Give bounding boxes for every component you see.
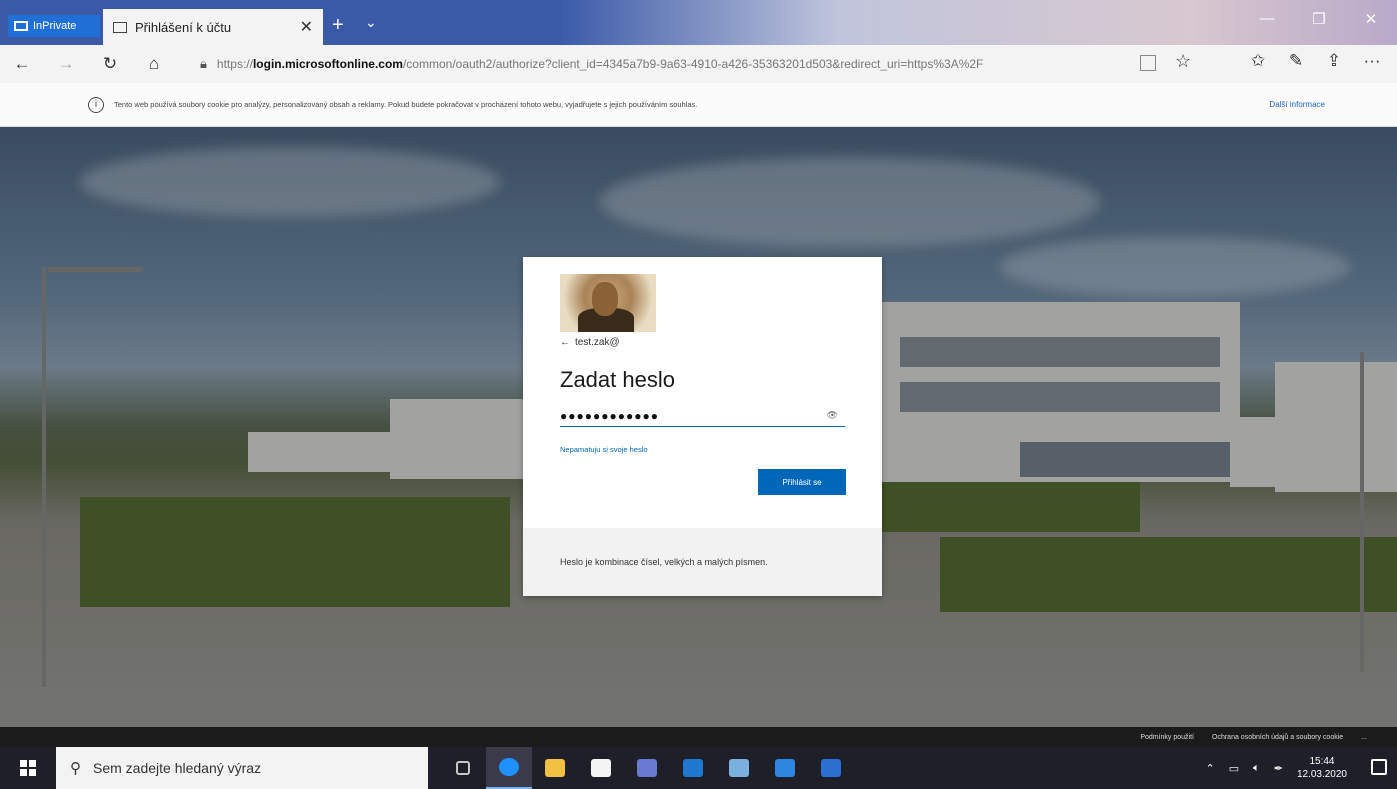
share-icon[interactable]: ⇪ — [1315, 51, 1353, 71]
url-path: /common/oauth2/authorize?client_id=4345a… — [402, 57, 984, 71]
browser-tab[interactable]: Přihlášení k účtu ✕ — [103, 9, 323, 45]
info-icon: i — [88, 96, 104, 113]
inprivate-icon — [14, 21, 28, 31]
reveal-password-icon[interactable]: 👁︎ — [827, 410, 839, 421]
forward-button[interactable]: → — [44, 54, 88, 74]
teams-icon[interactable] — [624, 747, 670, 789]
login-card-footer: Heslo je kombinace čísel, velkých a malý… — [523, 528, 882, 596]
account-back-row[interactable]: ← test.zak@ — [560, 337, 620, 348]
system-tray: ⌃ ▭ 🔈︎ ✒ 15:44 12.03.2020 — [1205, 747, 1347, 789]
app-icon-2[interactable] — [762, 747, 808, 789]
account-avatar — [560, 274, 656, 332]
edge-browser-icon[interactable] — [486, 747, 532, 789]
clock-time: 15:44 — [1309, 756, 1335, 767]
taskbar-apps — [440, 747, 854, 789]
footer-more-link[interactable]: ... — [1361, 734, 1367, 741]
url-prefix: https:// — [216, 57, 253, 71]
favorites-icon[interactable]: ✩ — [1239, 51, 1277, 71]
cookie-banner: i Tento web používá soubory cookie pro a… — [0, 83, 1397, 127]
login-title: Zadat heslo — [560, 367, 675, 392]
more-menu-icon[interactable]: ··· — [1353, 51, 1391, 71]
tab-title: Přihlášení k účtu — [135, 19, 232, 35]
terms-link[interactable]: Podmínky použití — [1140, 734, 1194, 741]
cookie-more-info-link[interactable]: Další informace — [1269, 100, 1325, 109]
store-icon[interactable] — [578, 747, 624, 789]
address-bar[interactable]: 🔒︎ https:// login.microsoftonline.com /c… — [200, 50, 1180, 78]
url-domain: login.microsoftonline.com — [252, 57, 403, 71]
refresh-button[interactable]: ↻ — [88, 54, 132, 74]
password-hint-text: Heslo je kombinace čísel, velkých a malý… — [560, 557, 768, 567]
home-button[interactable]: ⌂ — [132, 54, 176, 74]
word-icon[interactable] — [808, 747, 854, 789]
clock-date: 12.03.2020 — [1296, 769, 1347, 780]
close-button[interactable]: ✕ — [1345, 10, 1397, 28]
sign-in-button[interactable]: Přihlásit se — [758, 469, 846, 495]
app-icon[interactable] — [716, 747, 762, 789]
search-icon: ⚲ — [70, 760, 81, 777]
pen-icon[interactable]: ✒ — [1274, 762, 1283, 775]
tab-list-chevron-icon[interactable]: ⌄ — [365, 14, 377, 31]
page-footer: Podmínky použití Ochrana osobních údajů … — [0, 727, 1397, 747]
browser-title-bar: InPrivate Přihlášení k účtu ✕ + ⌄ — ❐ ✕ — [0, 0, 1397, 45]
volume-icon[interactable]: 🔈︎ — [1253, 762, 1260, 775]
login-card: ← test.zak@ Zadat heslo ●●●●●●●●●●●● 👁︎ … — [523, 257, 882, 596]
password-value: ●●●●●●●●●●●● — [560, 408, 659, 423]
battery-icon[interactable]: ▭ — [1229, 762, 1239, 775]
lock-icon: 🔒︎ — [200, 56, 207, 71]
password-input[interactable]: ●●●●●●●●●●●● 👁︎ — [560, 405, 845, 427]
search-placeholder: Sem zadejte hledaný výraz — [93, 760, 262, 776]
tab-page-icon — [113, 21, 127, 33]
new-tab-button[interactable]: + — [332, 14, 344, 37]
cookie-banner-text: Tento web používá soubory cookie pro ana… — [114, 100, 698, 109]
ink-notes-icon[interactable]: ✎ — [1277, 51, 1315, 71]
file-explorer-icon[interactable] — [532, 747, 578, 789]
windows-taskbar: ⚲ Sem zadejte hledaný výraz ⌃ ▭ 🔈︎ ✒ 15:… — [0, 747, 1397, 789]
maximize-button[interactable]: ❐ — [1293, 10, 1345, 28]
start-button[interactable] — [0, 760, 56, 776]
forgot-password-link[interactable]: Nepamatuju si svoje heslo — [560, 445, 648, 454]
back-button[interactable]: ← — [0, 54, 44, 74]
tray-chevron-icon[interactable]: ⌃ — [1205, 762, 1214, 775]
window-controls: — ❐ ✕ — [1241, 10, 1397, 28]
clock[interactable]: 15:44 12.03.2020 — [1297, 755, 1347, 781]
account-name: test.zak@ — [575, 337, 620, 348]
windows-logo-icon — [20, 760, 36, 776]
minimize-button[interactable]: — — [1241, 10, 1293, 28]
toolbar-buttons: ✩ ✎ ⇪ ··· — [1239, 51, 1391, 71]
inprivate-badge[interactable]: InPrivate — [8, 15, 100, 37]
taskbar-search-box[interactable]: ⚲ Sem zadejte hledaný výraz — [56, 747, 428, 789]
reading-view-icon[interactable] — [1140, 55, 1156, 71]
navigation-bar: ← → ↻ ⌂ 🔒︎ https:// login.microsoftonlin… — [0, 45, 1397, 83]
inprivate-label: InPrivate — [33, 20, 77, 32]
task-view-icon[interactable] — [440, 747, 486, 789]
add-favorite-icon[interactable]: ☆ — [1175, 51, 1191, 72]
outlook-icon[interactable] — [670, 747, 716, 789]
notification-center-icon[interactable] — [1371, 759, 1387, 775]
back-arrow-icon: ← — [560, 337, 570, 348]
privacy-link[interactable]: Ochrana osobních údajů a soubory cookie — [1212, 734, 1343, 741]
tab-close-icon[interactable]: ✕ — [300, 17, 313, 37]
